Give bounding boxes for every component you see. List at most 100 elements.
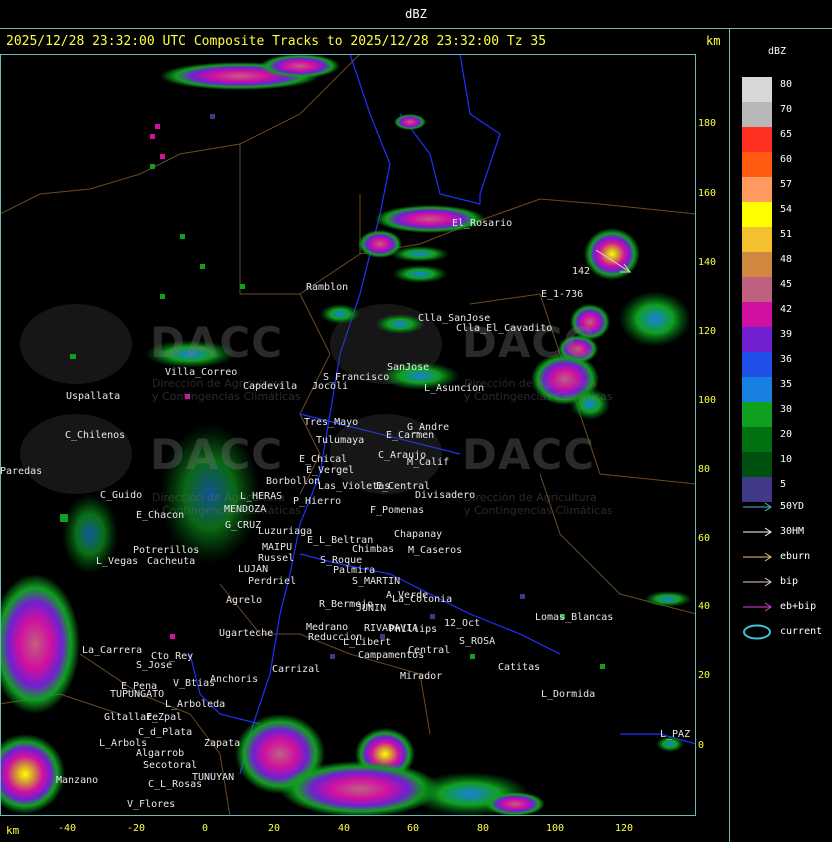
place-label: Agrelo: [226, 595, 263, 606]
y-tick-label: 120: [698, 326, 717, 337]
legend-value: 60: [780, 154, 793, 165]
legend-value: 70: [780, 104, 793, 115]
place-label: E_Carmen: [386, 430, 435, 441]
legend-swatch: [742, 327, 772, 352]
place-label: S_Jose: [136, 660, 173, 671]
place-label: Cacheuta: [147, 556, 196, 567]
place-label: 12_Oct: [444, 618, 481, 629]
place-label: M_Calif: [407, 457, 450, 468]
place-label: Ramblon: [306, 282, 349, 293]
place-label: Paredas: [0, 466, 43, 477]
place-label: MENDOZA: [224, 504, 267, 515]
legend-swatch: [742, 377, 772, 402]
x-tick-label: 120: [615, 823, 634, 834]
legend-value: 80: [780, 79, 793, 90]
place-label: Perdriel: [248, 576, 297, 587]
y-tick-label: 180: [698, 118, 717, 129]
place-label: La_Carrera: [82, 645, 143, 656]
place-label: M_Caseros: [408, 545, 463, 556]
legend-value: 36: [780, 354, 793, 365]
place-label: Tulumaya: [316, 435, 365, 446]
watermark-dacc-4: DACC: [462, 430, 596, 479]
legend-value: 39: [780, 329, 793, 340]
watermark-sub-4: Dirección de Agricultura y Contingencias …: [464, 491, 613, 517]
place-label: Uspallata: [66, 391, 121, 402]
place-label: S_ROSA: [459, 636, 496, 647]
place-label: L_PAZ: [660, 729, 691, 740]
place-label: 142: [572, 266, 591, 277]
y-tick-label: 80: [698, 464, 711, 475]
legend-swatch: [742, 477, 772, 502]
legend-value: 57: [780, 179, 793, 190]
place-label: E_Vergel: [306, 465, 355, 476]
map-header: 2025/12/28 23:32:00 UTC Composite Tracks…: [0, 28, 730, 54]
place-label: LUJAN: [238, 564, 269, 575]
place-label: L_Dormida: [541, 689, 596, 700]
place-label: Chapanay: [394, 529, 443, 540]
legend-value: 42: [780, 304, 793, 315]
legend-value: 5: [780, 479, 787, 490]
y-tick-label: 100: [698, 395, 717, 406]
y-tick-label: 20: [698, 670, 711, 681]
place-label: C_Chilenos: [65, 430, 126, 441]
x-tick-label: -40: [58, 823, 77, 834]
place-label: E_Zpal: [146, 712, 183, 723]
legend-swatch: [742, 227, 772, 252]
legend-swatch: [742, 102, 772, 127]
place-label: Tres_Mayo: [304, 417, 359, 428]
legend-swatch: [742, 352, 772, 377]
window-title-bar: dBZ: [0, 0, 832, 29]
place-label: Chimbas: [352, 544, 395, 555]
place-label: F_Pomenas: [370, 505, 425, 516]
legend-value: 48: [780, 254, 793, 265]
place-label: Catitas: [498, 662, 541, 673]
place-label: Phillips: [389, 624, 438, 635]
legend-value: 10: [780, 454, 793, 465]
legend-swatch: [742, 77, 772, 102]
y-tick-label: 140: [698, 257, 717, 268]
place-label: Carrizal: [272, 664, 321, 675]
legend-value: 54: [780, 204, 793, 215]
legend-swatch: [742, 402, 772, 427]
place-label: El_Rosario: [452, 218, 513, 229]
y-tick-label: 0: [698, 740, 705, 751]
place-label: C_Guido: [100, 490, 143, 501]
place-label: L_HERAS: [240, 491, 283, 502]
watermark-sub-2: Dirección de Agricultura y Contingencias …: [464, 377, 613, 403]
place-label: TUPUNGATO: [110, 689, 165, 700]
legend-swatch: [742, 427, 772, 452]
legend-swatch: [742, 127, 772, 152]
km-unit-bottom: km: [6, 824, 20, 837]
place-label: Capdevila: [243, 381, 298, 392]
place-label: Lomas_Blancas: [535, 612, 614, 623]
composite-tracks-title: 2025/12/28 23:32:00 UTC Composite Tracks…: [6, 34, 547, 49]
legend-value: 30: [780, 404, 793, 415]
x-tick-label: -20: [127, 823, 146, 834]
x-tick-label: 40: [338, 823, 351, 834]
place-label: Luzuriaga: [258, 526, 313, 537]
x-tick-label: 60: [407, 823, 420, 834]
y-tick-label: 160: [698, 188, 717, 199]
legend-value: 35: [780, 379, 793, 390]
place-label: Villa_Correo: [165, 367, 238, 378]
x-tick-label: 80: [477, 823, 490, 834]
place-label: C_L_Rosas: [148, 779, 203, 790]
watermark-dacc-1: DACC: [150, 318, 284, 367]
legend-value: 65: [780, 129, 793, 140]
place-label: La_Colonia: [392, 594, 453, 605]
place-label: Secotoral: [143, 760, 198, 771]
place-label: Potrerillos: [133, 545, 200, 556]
x-tick-label: 100: [546, 823, 565, 834]
legend-swatch: [742, 152, 772, 177]
place-label: Borbollon: [266, 476, 321, 487]
place-label: L_Arboleda: [165, 699, 226, 710]
legend-swatch: [742, 202, 772, 227]
place-label: E_Chacon: [136, 510, 185, 521]
place-label: MAIPU: [262, 542, 293, 553]
legend-swatch: [742, 277, 772, 302]
place-label: G_CRUZ: [225, 520, 262, 531]
legend-swatch: [742, 452, 772, 477]
place-label: SanJose: [387, 362, 430, 373]
place-label: V_Flores: [127, 799, 176, 810]
place-label: Anchoris: [210, 674, 259, 685]
